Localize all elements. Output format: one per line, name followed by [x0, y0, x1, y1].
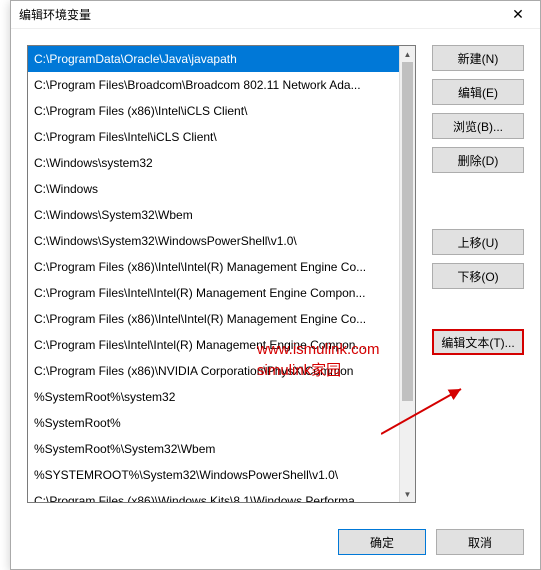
browse-button[interactable]: 浏览(B)...	[432, 113, 524, 139]
scroll-down-icon[interactable]: ▼	[400, 486, 415, 502]
list-item[interactable]: C:\Windows\System32\WindowsPowerShell\v1…	[28, 228, 399, 254]
list-item[interactable]: %SystemRoot%\system32	[28, 384, 399, 410]
ok-button[interactable]: 确定	[338, 529, 426, 555]
cancel-button[interactable]: 取消	[436, 529, 524, 555]
list-item[interactable]: C:\Program Files\Broadcom\Broadcom 802.1…	[28, 72, 399, 98]
list-item[interactable]: C:\Windows\system32	[28, 150, 399, 176]
edit-text-button[interactable]: 编辑文本(T)...	[432, 329, 524, 355]
list-item[interactable]: C:\Program Files\Intel\iCLS Client\	[28, 124, 399, 150]
edit-button[interactable]: 编辑(E)	[432, 79, 524, 105]
scroll-track[interactable]	[400, 62, 415, 486]
list-item[interactable]: %SYSTEMROOT%\System32\WindowsPowerShell\…	[28, 462, 399, 488]
dialog-title: 编辑环境变量	[19, 6, 504, 23]
edit-env-dialog: 编辑环境变量 ✕ C:\ProgramData\Oracle\Java\java…	[10, 0, 541, 570]
dialog-content: C:\ProgramData\Oracle\Java\javapathC:\Pr…	[11, 29, 540, 519]
list-item[interactable]: C:\Program Files\Intel\Intel(R) Manageme…	[28, 280, 399, 306]
dialog-footer: 确定 取消	[11, 519, 540, 569]
side-buttons: 新建(N) 编辑(E) 浏览(B)... 删除(D) 上移(U) 下移(O) 编…	[432, 45, 524, 511]
move-down-button[interactable]: 下移(O)	[432, 263, 524, 289]
list-item[interactable]: %SystemRoot%\System32\Wbem	[28, 436, 399, 462]
path-list-container: C:\ProgramData\Oracle\Java\javapathC:\Pr…	[27, 45, 416, 503]
list-item[interactable]: C:\Program Files (x86)\NVIDIA Corporatio…	[28, 358, 399, 384]
scroll-up-icon[interactable]: ▲	[400, 46, 415, 62]
list-item[interactable]: C:\ProgramData\Oracle\Java\javapath	[28, 46, 399, 72]
list-item[interactable]: C:\Program Files (x86)\Intel\Intel(R) Ma…	[28, 254, 399, 280]
close-icon[interactable]: ✕	[504, 3, 532, 27]
list-item[interactable]: C:\Program Files\Intel\Intel(R) Manageme…	[28, 332, 399, 358]
list-item[interactable]: %SystemRoot%	[28, 410, 399, 436]
new-button[interactable]: 新建(N)	[432, 45, 524, 71]
list-item[interactable]: C:\Program Files (x86)\Intel\Intel(R) Ma…	[28, 306, 399, 332]
move-up-button[interactable]: 上移(U)	[432, 229, 524, 255]
path-list[interactable]: C:\ProgramData\Oracle\Java\javapathC:\Pr…	[28, 46, 399, 502]
delete-button[interactable]: 删除(D)	[432, 147, 524, 173]
titlebar: 编辑环境变量 ✕	[11, 1, 540, 29]
spacer	[432, 181, 524, 221]
list-item[interactable]: C:\Windows	[28, 176, 399, 202]
list-item[interactable]: C:\Program Files (x86)\Windows Kits\8.1\…	[28, 488, 399, 502]
spacer	[432, 297, 524, 321]
list-item[interactable]: C:\Program Files (x86)\Intel\iCLS Client…	[28, 98, 399, 124]
scrollbar[interactable]: ▲ ▼	[399, 46, 415, 502]
scroll-thumb[interactable]	[402, 62, 413, 401]
list-item[interactable]: C:\Windows\System32\Wbem	[28, 202, 399, 228]
